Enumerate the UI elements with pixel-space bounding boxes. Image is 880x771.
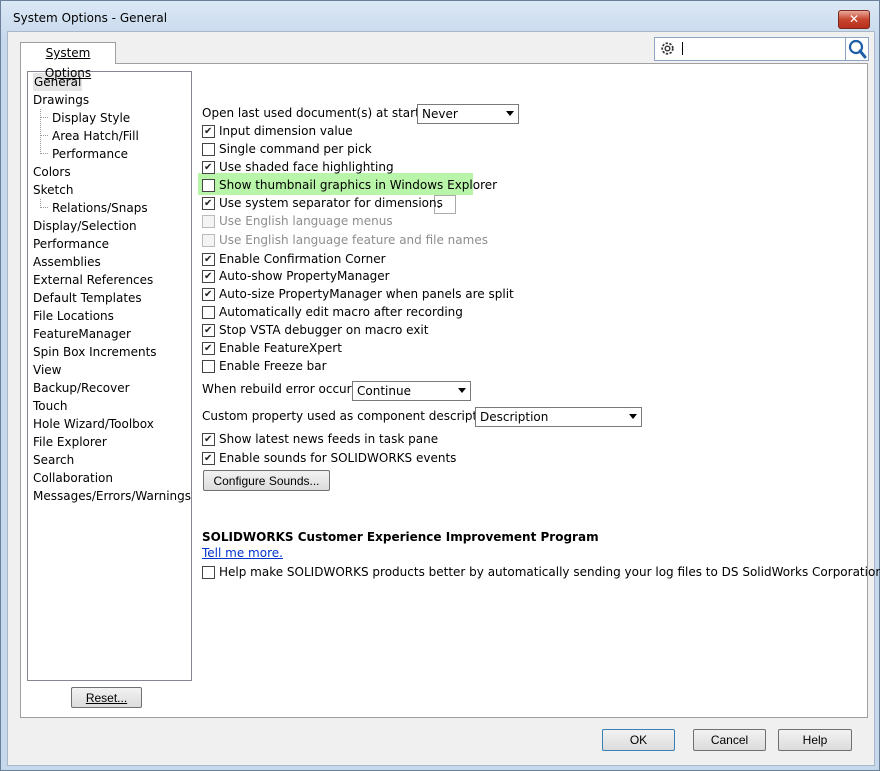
sounds-checkbox[interactable] (202, 450, 215, 467)
ok-button[interactable]: OK (602, 729, 675, 751)
nav-item-collaboration[interactable]: Collaboration (33, 469, 113, 487)
title-bar[interactable]: System Options - General ✕ (1, 1, 879, 31)
option-checkbox[interactable] (202, 195, 215, 212)
custom-prop-select[interactable]: Description (475, 407, 642, 427)
option-label: Auto-size PropertyManager when panels ar… (219, 287, 514, 301)
custom-prop-value: Description (480, 410, 549, 424)
option-checkbox (202, 215, 215, 228)
option-label: Use English language feature and file na… (219, 233, 488, 247)
option-label: Single command per pick (219, 142, 372, 156)
chevron-down-icon (506, 111, 514, 116)
option-label: Show thumbnail graphics in Windows Explo… (219, 178, 498, 192)
nav-item-featuremanager[interactable]: FeatureManager (33, 325, 131, 343)
option-checkbox[interactable] (202, 340, 215, 357)
sounds-label: Enable sounds for SOLIDWORKS events (219, 451, 457, 465)
tree-connector (40, 207, 48, 208)
tab-system-options[interactable]: System Options (20, 42, 116, 80)
rebuild-label: When rebuild error occurs: (202, 382, 362, 396)
news-label: Show latest news feeds in task pane (219, 432, 439, 446)
help-button[interactable]: Help (778, 729, 852, 751)
custom-prop-label: Custom property used as component descri… (202, 409, 500, 423)
open-last-label: Open last used document(s) at startup: (202, 106, 440, 120)
ceip-checkbox[interactable] (202, 566, 215, 579)
nav-item-file-locations[interactable]: File Locations (33, 307, 114, 325)
option-label: Input dimension value (219, 124, 353, 138)
option-checkbox[interactable] (202, 322, 215, 339)
nav-item-messages-errors-warnings[interactable]: Messages/Errors/Warnings (33, 487, 191, 505)
nav-item-backup-recover[interactable]: Backup/Recover (33, 379, 130, 397)
option-label: Enable FeatureXpert (219, 341, 342, 355)
chevron-down-icon (458, 388, 466, 393)
open-last-select[interactable]: Never (417, 104, 519, 124)
options-nav-tree[interactable]: GeneralDrawingsDisplay StyleArea Hatch/F… (27, 71, 192, 681)
reset-button[interactable]: Reset... (71, 687, 142, 708)
nav-item-view[interactable]: View (33, 361, 61, 379)
close-button[interactable]: ✕ (838, 10, 870, 29)
tree-connector (40, 109, 41, 154)
rebuild-value: Continue (357, 384, 411, 398)
nav-item-relations-snaps[interactable]: Relations/Snaps (52, 199, 148, 217)
tree-connector (40, 153, 48, 154)
rebuild-select[interactable]: Continue (352, 381, 471, 401)
tree-connector (40, 117, 48, 118)
option-label: Stop VSTA debugger on macro exit (219, 323, 429, 337)
option-label: Use system separator for dimensions (219, 196, 443, 210)
text-caret (682, 42, 683, 55)
chevron-down-icon (629, 414, 637, 419)
option-checkbox[interactable] (202, 360, 215, 373)
search-input[interactable] (654, 37, 869, 61)
nav-item-drawings[interactable]: Drawings (33, 91, 89, 109)
reset-label: Reset... (85, 691, 128, 705)
options-panel: GeneralDrawingsDisplay StyleArea Hatch/F… (20, 63, 880, 718)
search-icon (848, 39, 867, 59)
nav-item-performance[interactable]: Performance (33, 235, 109, 253)
nav-item-performance[interactable]: Performance (52, 145, 128, 163)
cancel-button[interactable]: Cancel (693, 729, 766, 751)
nav-item-hole-wizard-toolbox[interactable]: Hole Wizard/Toolbox (33, 415, 154, 433)
tree-connector (40, 135, 48, 136)
nav-item-touch[interactable]: Touch (33, 397, 67, 415)
nav-item-assemblies[interactable]: Assemblies (33, 253, 101, 271)
nav-item-colors[interactable]: Colors (33, 163, 71, 181)
nav-item-external-references[interactable]: External References (33, 271, 153, 289)
tab-label: System Options (44, 46, 92, 80)
search-button[interactable] (845, 38, 868, 60)
option-label: Auto-show PropertyManager (219, 269, 390, 283)
dialog-client: System Options GeneralD (7, 31, 880, 766)
nav-item-display-selection[interactable]: Display/Selection (33, 217, 137, 235)
ceip-link[interactable]: Tell me more. (202, 546, 283, 560)
configure-sounds-button[interactable]: Configure Sounds... (203, 470, 330, 491)
option-checkbox[interactable] (202, 306, 215, 319)
option-checkbox[interactable] (202, 251, 215, 268)
option-checkbox[interactable] (202, 286, 215, 303)
news-checkbox[interactable] (202, 431, 215, 448)
nav-item-spin-box-increments[interactable]: Spin Box Increments (33, 343, 157, 361)
open-last-value: Never (422, 107, 458, 121)
gear-icon (661, 42, 674, 55)
option-checkbox[interactable] (202, 268, 215, 285)
option-label: Automatically edit macro after recording (219, 305, 463, 319)
window-title: System Options - General (13, 11, 168, 25)
ceip-label: Help make SOLIDWORKS products better by … (219, 565, 880, 579)
option-checkbox[interactable] (202, 143, 215, 156)
nav-item-sketch[interactable]: Sketch (33, 181, 73, 199)
option-checkbox[interactable] (202, 179, 215, 192)
option-label: Use English language menus (219, 214, 393, 228)
option-label: Use shaded face highlighting (219, 160, 394, 174)
nav-item-display-style[interactable]: Display Style (52, 109, 130, 127)
nav-item-default-templates[interactable]: Default Templates (33, 289, 142, 307)
nav-item-area-hatch-fill[interactable]: Area Hatch/Fill (52, 127, 139, 145)
nav-item-file-explorer[interactable]: File Explorer (33, 433, 107, 451)
option-checkbox (202, 234, 215, 247)
option-checkbox[interactable] (202, 123, 215, 140)
ceip-title: SOLIDWORKS Customer Experience Improveme… (202, 530, 599, 544)
system-options-window: System Options - General ✕ System Option… (0, 0, 880, 771)
option-label: Enable Confirmation Corner (219, 252, 386, 266)
nav-item-search[interactable]: Search (33, 451, 74, 469)
option-checkbox[interactable] (202, 159, 215, 176)
option-label: Enable Freeze bar (219, 359, 327, 373)
